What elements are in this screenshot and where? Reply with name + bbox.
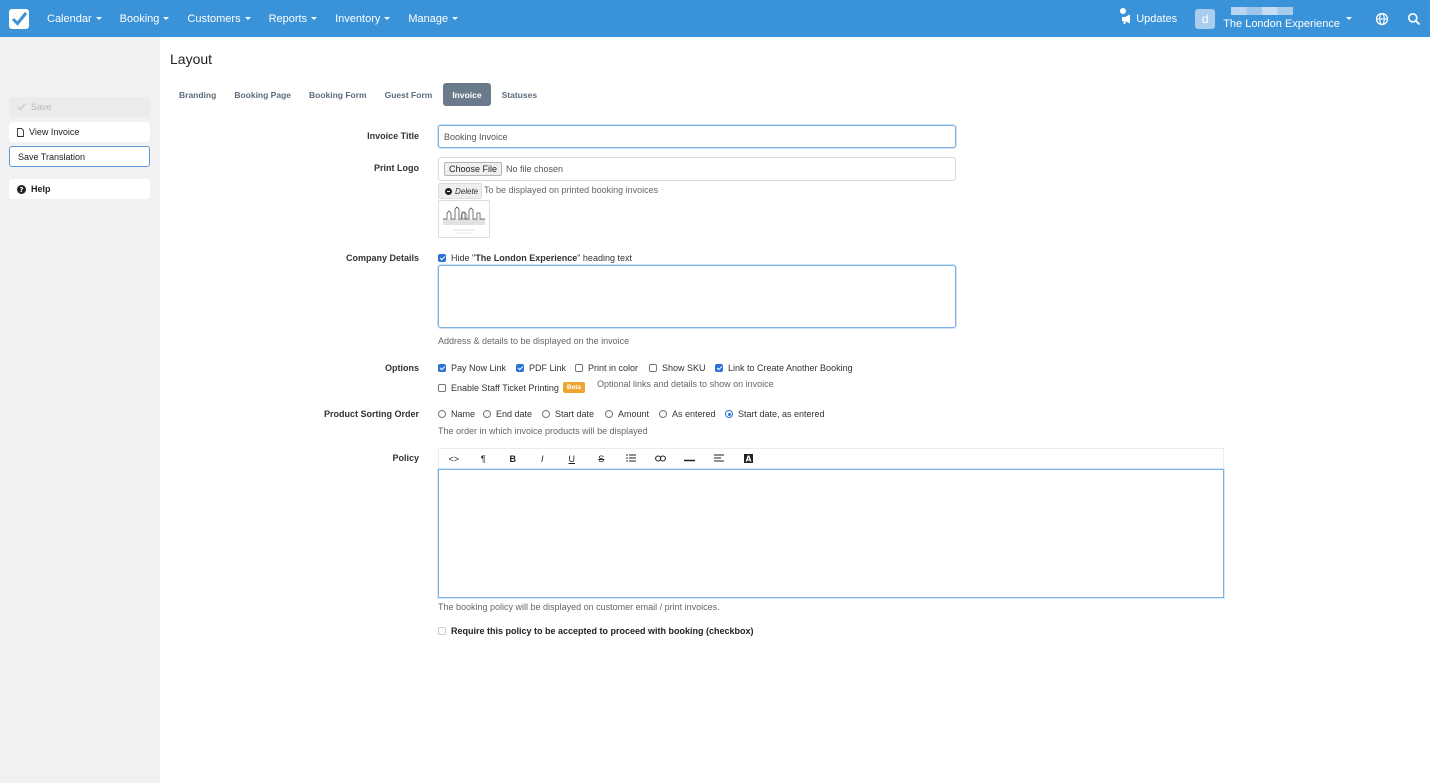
policy-help-text: The booking policy will be displayed on … — [438, 602, 720, 612]
choose-file-button[interactable]: Choose File — [444, 162, 503, 176]
tab-statuses[interactable]: Statuses — [493, 83, 546, 106]
options-label: Options — [385, 363, 419, 373]
no-file-text: No file chosen — [506, 164, 564, 174]
pay-now-link-checkbox[interactable]: Pay Now Link — [438, 363, 506, 373]
delete-logo-button[interactable]: Delete — [438, 183, 482, 199]
invoice-title-label: Invoice Title — [367, 131, 419, 141]
sorting-label: Product Sorting Order — [323, 409, 419, 419]
require-policy-checkbox[interactable]: Require this policy to be accepted to pr… — [438, 626, 754, 636]
company-details-label: Company Details — [345, 253, 419, 263]
options-help-text: Optional links and details to show on in… — [597, 379, 774, 389]
sort-name-radio[interactable]: Name — [438, 409, 475, 419]
policy-label: Policy — [392, 453, 419, 463]
blurred-username — [1231, 7, 1294, 15]
globe-icon[interactable] — [1375, 12, 1389, 26]
sidebar: Save View Invoice Save Translation ? Hel… — [0, 37, 160, 783]
caret-down-icon[interactable] — [1346, 17, 1352, 20]
nav-customers[interactable]: Customers — [178, 13, 259, 25]
list-icon[interactable] — [616, 454, 646, 464]
top-nav: Calendar Booking Customers Reports Inven… — [0, 0, 1430, 37]
print-logo-file-input[interactable]: Choose File No file chosen — [438, 157, 956, 181]
search-icon[interactable] — [1407, 12, 1421, 26]
nav-booking[interactable]: Booking — [111, 13, 179, 25]
company-help-text: Address & details to be displayed on the… — [438, 336, 630, 346]
caret-down-icon — [452, 17, 459, 20]
italic-icon[interactable]: I — [528, 454, 558, 464]
sort-start-date-as-entered-radio[interactable]: Start date, as entered — [725, 409, 825, 419]
editor-toolbar: <> ¶ B I U S A — [438, 448, 1224, 469]
nav-inventory[interactable]: Inventory — [326, 13, 399, 25]
caret-down-icon — [95, 17, 102, 20]
notification-dot — [1120, 7, 1127, 14]
nav-manage[interactable]: Manage — [399, 13, 467, 25]
show-sku-checkbox[interactable]: Show SKU — [649, 363, 706, 373]
logo-help-text: To be displayed on printed booking invoi… — [484, 185, 659, 195]
font-color-icon[interactable]: A — [734, 453, 764, 465]
save-button[interactable]: Save — [9, 97, 150, 117]
account-menu[interactable]: The London Experience — [1223, 7, 1340, 30]
print-in-color-checkbox[interactable]: Print in color — [575, 363, 638, 373]
policy-editor[interactable] — [438, 469, 1224, 598]
updates-button[interactable]: Updates — [1120, 7, 1177, 25]
bold-icon[interactable]: B — [498, 454, 528, 464]
sort-start-date-radio[interactable]: Start date — [542, 409, 594, 419]
enable-staff-ticket-printing-checkbox[interactable]: Enable Staff Ticket Printing Beta — [438, 382, 585, 393]
layout-tabs: Branding Booking Page Booking Form Guest… — [170, 83, 546, 106]
tab-booking-page[interactable]: Booking Page — [225, 83, 300, 106]
logo-thumbnail — [438, 200, 490, 238]
svg-text:?: ? — [19, 186, 23, 194]
app-logo-icon[interactable] — [9, 8, 29, 29]
company-details-textarea[interactable] — [438, 265, 956, 328]
invoice-title-input[interactable]: Booking Invoice — [438, 125, 956, 148]
print-logo-label: Print Logo — [374, 163, 419, 173]
tab-guest-form[interactable]: Guest Form — [376, 83, 442, 106]
code-view-icon[interactable]: <> — [439, 454, 469, 464]
caret-down-icon — [384, 17, 391, 20]
align-icon[interactable] — [705, 454, 735, 464]
underline-icon[interactable]: U — [557, 454, 587, 464]
tab-invoice[interactable]: Invoice — [443, 83, 491, 106]
checkbox-checked[interactable] — [438, 254, 446, 262]
caret-down-icon — [163, 17, 170, 20]
strikethrough-icon[interactable]: S — [587, 454, 617, 464]
page-title: Layout — [170, 51, 213, 67]
link-create-another-booking-checkbox[interactable]: Link to Create Another Booking — [715, 363, 853, 373]
tab-booking-form[interactable]: Booking Form — [300, 83, 376, 106]
caret-down-icon — [244, 17, 251, 20]
sorting-help-text: The order in which invoice products will… — [438, 426, 648, 436]
minus-circle-icon — [445, 187, 452, 195]
hide-heading-checkbox[interactable]: Hide "The London Experience" heading tex… — [438, 253, 632, 263]
avatar[interactable]: d — [1195, 8, 1216, 29]
paragraph-icon[interactable]: ¶ — [469, 454, 499, 464]
nav-calendar[interactable]: Calendar — [38, 13, 111, 25]
svg-text:A: A — [746, 454, 752, 463]
document-icon — [17, 127, 24, 137]
save-translation-button[interactable]: Save Translation — [9, 146, 150, 167]
sort-as-entered-radio[interactable]: As entered — [659, 409, 716, 419]
megaphone-icon — [1122, 14, 1131, 24]
help-button[interactable]: ? Help — [9, 179, 150, 199]
sort-amount-radio[interactable]: Amount — [605, 409, 649, 419]
link-icon[interactable] — [646, 454, 676, 464]
sort-end-date-radio[interactable]: End date — [483, 409, 532, 419]
check-icon — [17, 103, 26, 111]
nav-reports[interactable]: Reports — [260, 13, 327, 25]
question-circle-icon: ? — [17, 184, 26, 194]
beta-badge: Beta — [562, 382, 585, 393]
tab-branding[interactable]: Branding — [170, 83, 225, 106]
caret-down-icon — [311, 17, 318, 20]
horizontal-rule-icon[interactable] — [675, 454, 705, 464]
pdf-link-checkbox[interactable]: PDF Link — [516, 363, 566, 373]
view-invoice-button[interactable]: View Invoice — [9, 122, 150, 142]
